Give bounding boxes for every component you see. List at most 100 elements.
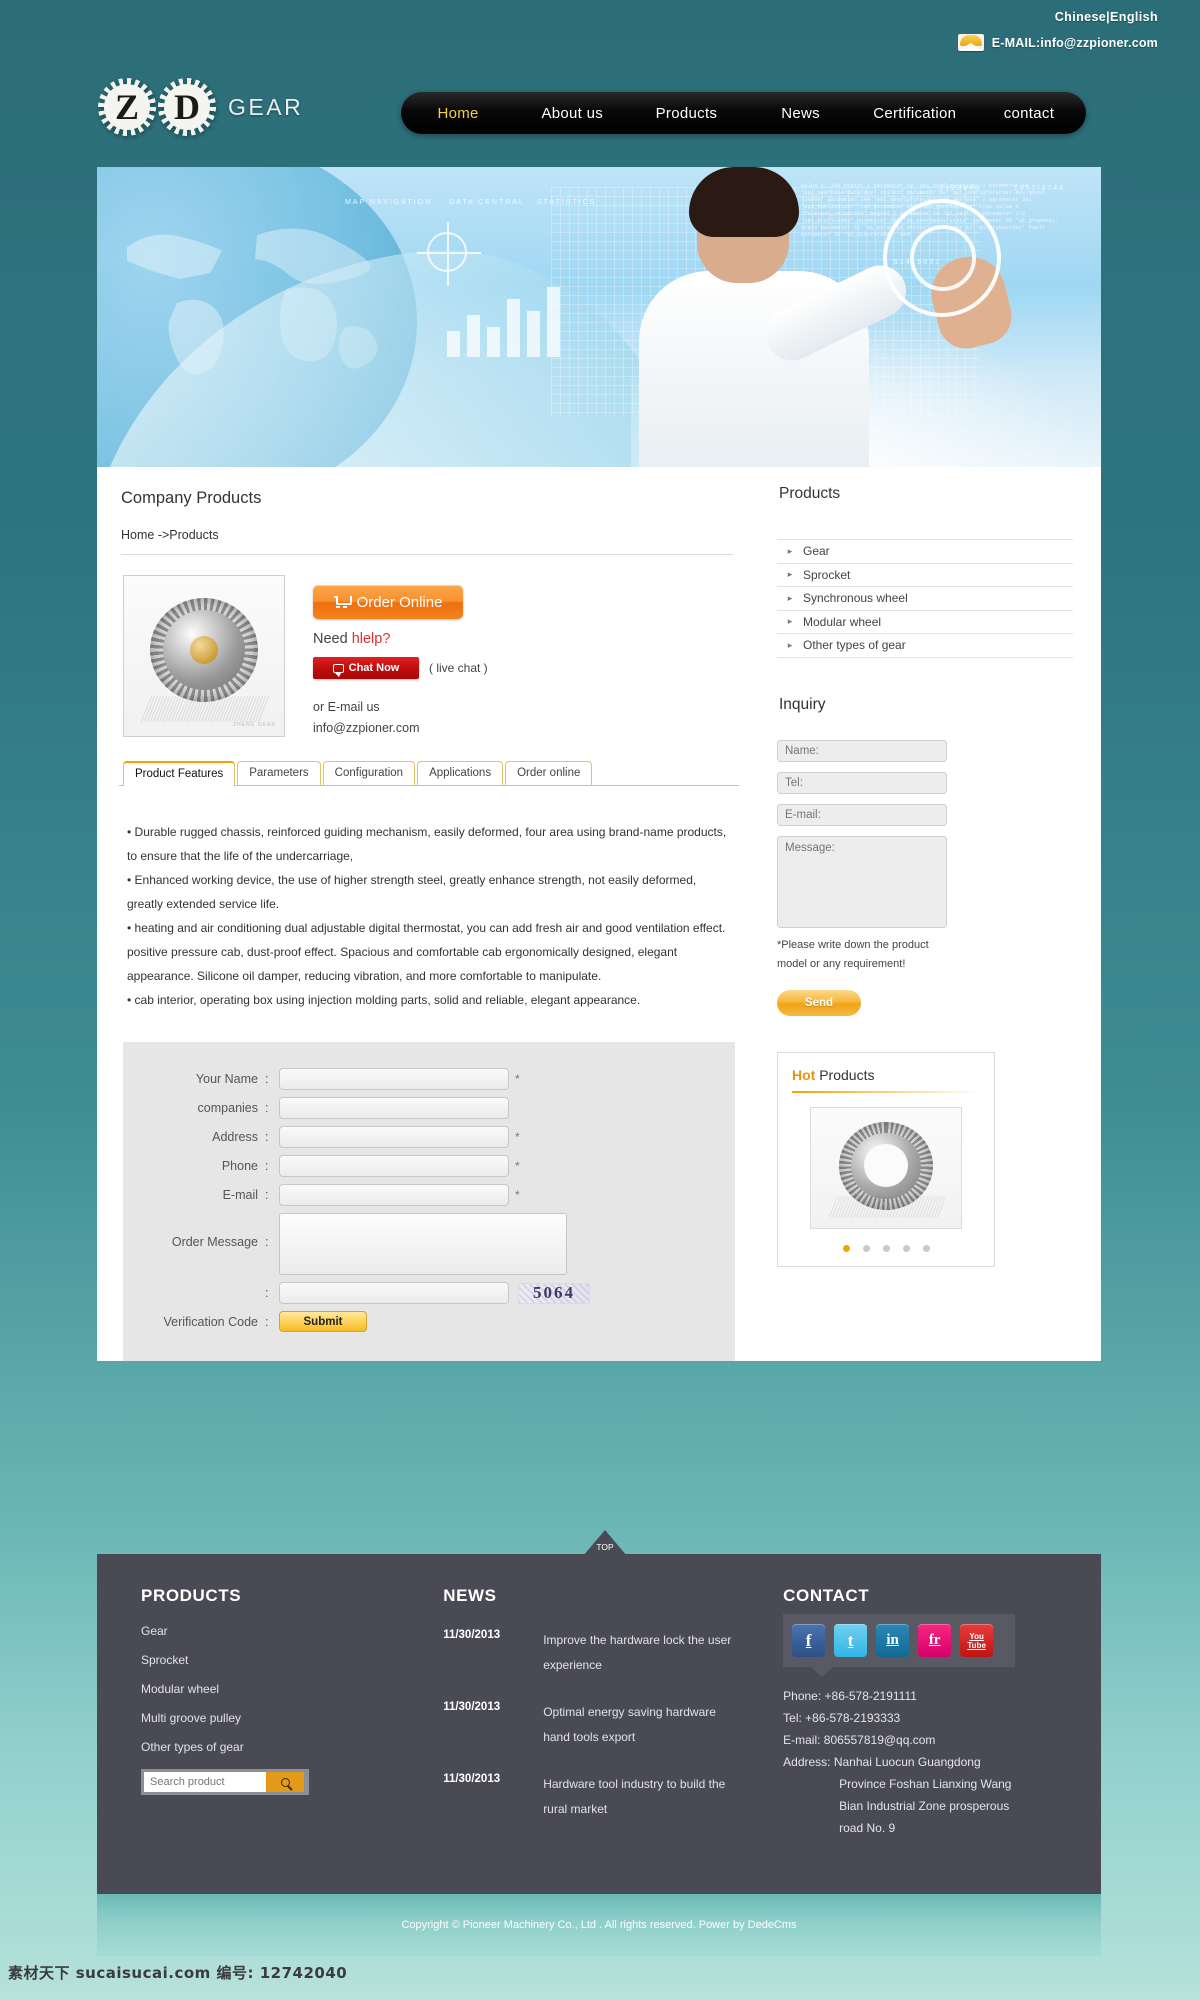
cart-icon bbox=[333, 596, 352, 608]
captcha-colon: : bbox=[265, 1286, 269, 1300]
chevron-right-icon: ▸ bbox=[787, 639, 793, 650]
email-contact[interactable]: E-MAIL:info@zzpioner.com bbox=[957, 34, 1158, 51]
nav-item-about-us[interactable]: About us bbox=[515, 105, 629, 122]
news-title[interactable]: Optimal energy saving hardware hand tool… bbox=[543, 1700, 733, 1750]
order-form-row: Your Name: * bbox=[123, 1068, 735, 1090]
news-title[interactable]: Improve the hardware lock the user exper… bbox=[543, 1628, 733, 1678]
sidebar-product-other-types-of-gear[interactable]: ▸ Other types of gear bbox=[777, 634, 1073, 658]
nav-item-certification[interactable]: Certification bbox=[858, 105, 972, 122]
hot-products-box: Hot Products bbox=[777, 1051, 995, 1267]
youtube-icon[interactable]: You Tube bbox=[960, 1624, 994, 1657]
order-field-colon: : bbox=[265, 1188, 269, 1202]
linkedin-icon[interactable]: in bbox=[876, 1624, 910, 1657]
captcha-input[interactable] bbox=[279, 1282, 509, 1304]
banner-label-1: DATA CENTRAL bbox=[449, 199, 525, 206]
tab-applications[interactable]: Applications bbox=[417, 761, 504, 785]
product-search bbox=[141, 1769, 309, 1795]
order-field-input[interactable] bbox=[279, 1068, 509, 1090]
order-message-colon: : bbox=[265, 1235, 269, 1249]
breadcrumb-divider bbox=[121, 554, 733, 555]
carousel-dot[interactable] bbox=[842, 1244, 850, 1252]
send-button[interactable]: Send bbox=[777, 989, 861, 1016]
footer-product-link[interactable]: Other types of gear bbox=[141, 1740, 443, 1754]
chat-now-button[interactable]: Chat Now bbox=[313, 657, 419, 679]
nav-item-contact[interactable]: contact bbox=[972, 105, 1086, 122]
chat-bubble-icon bbox=[332, 663, 344, 677]
required-marker: * bbox=[515, 1130, 520, 1144]
twitter-icon[interactable]: t bbox=[834, 1624, 868, 1657]
sidebar-product-synchronous-wheel[interactable]: ▸ Synchronous wheel bbox=[777, 587, 1073, 611]
tab-order-online[interactable]: Order online bbox=[505, 761, 593, 785]
sidebar-product-label: Synchronous wheel bbox=[803, 591, 908, 606]
verification-code-colon: : bbox=[265, 1314, 269, 1329]
contact-line: Address: Nanhai Luocun Guangdong bbox=[783, 1755, 981, 1769]
order-form-row: Address: * bbox=[123, 1126, 735, 1148]
footer-product-link[interactable]: Sprocket bbox=[141, 1653, 443, 1667]
live-chat-note: ( live chat ) bbox=[429, 661, 488, 675]
site-logo[interactable]: Z D GEAR bbox=[98, 78, 303, 136]
nav-item-news[interactable]: News bbox=[744, 105, 858, 122]
main-navigation: Home About us Products News Certification con… bbox=[401, 92, 1086, 134]
order-message-textarea[interactable] bbox=[279, 1213, 567, 1275]
email-us-value[interactable]: info@zzpioner.com bbox=[313, 718, 488, 739]
tab-parameters[interactable]: Parameters bbox=[237, 761, 321, 785]
product-actions: Order Online Need hlelp? Chat Now ( live… bbox=[313, 575, 488, 739]
order-field-colon: : bbox=[265, 1130, 269, 1144]
order-form: Your Name: * companies: Address: * Phone: * E-m… bbox=[123, 1042, 735, 1361]
footer-product-link[interactable]: Gear bbox=[141, 1624, 443, 1638]
chevron-right-icon: ▸ bbox=[787, 545, 793, 556]
scroll-to-top-button[interactable]: TOP bbox=[583, 1530, 627, 1556]
news-title[interactable]: Hardware tool industry to build the rura… bbox=[543, 1772, 733, 1822]
inquiry-tel-input[interactable] bbox=[777, 771, 947, 794]
inquiry-message-textarea[interactable] bbox=[777, 835, 947, 928]
order-field-input[interactable] bbox=[279, 1126, 509, 1148]
nav-item-home[interactable]: Home bbox=[401, 105, 515, 122]
product-image[interactable]: ZHENG GEAR bbox=[123, 575, 285, 737]
feature-item: • Enhanced working device, the use of hi… bbox=[127, 873, 697, 911]
order-field-input[interactable] bbox=[279, 1184, 509, 1206]
sidebar-product-modular-wheel[interactable]: ▸ Modular wheel bbox=[777, 611, 1073, 634]
inquiry-name-input[interactable] bbox=[777, 739, 947, 762]
language-switcher[interactable]: Chinese|English bbox=[1055, 10, 1158, 24]
page-title: Company Products bbox=[121, 489, 262, 507]
hot-label: Hot bbox=[792, 1066, 816, 1083]
sidebar-product-sprocket[interactable]: ▸ Sprocket bbox=[777, 564, 1073, 587]
footer-product-link[interactable]: Multi groove pulley bbox=[141, 1711, 443, 1725]
contact-line: Province Foshan Lianxing Wang bbox=[839, 1777, 1012, 1791]
submit-button[interactable]: Submit bbox=[279, 1311, 367, 1332]
search-button[interactable] bbox=[266, 1772, 304, 1792]
sidebar-product-gear[interactable]: ▸ Gear bbox=[777, 540, 1073, 564]
footer-contact-column: CONTACT f t in fr You Tube Phone: +86-578-219… bbox=[783, 1586, 1057, 1894]
carousel-dot[interactable] bbox=[922, 1244, 930, 1252]
footer-product-link[interactable]: Modular wheel bbox=[141, 1682, 443, 1696]
tab-configuration[interactable]: Configuration bbox=[322, 761, 416, 785]
carousel-dot[interactable] bbox=[902, 1244, 910, 1252]
feature-item: • heating and air conditioning dual adju… bbox=[127, 921, 726, 983]
inquiry-note: *Please write down the product model or … bbox=[777, 938, 929, 970]
contact-details: Phone: +86-578-2191111 Tel: +86-578-21933… bbox=[783, 1685, 1057, 1839]
help-link[interactable]: hlelp? bbox=[352, 631, 391, 647]
site-footer: PRODUCTS Gear Sprocket Modular wheel Multi … bbox=[97, 1554, 1101, 1894]
search-input[interactable] bbox=[144, 1772, 266, 1792]
content-shell: value 1: 100 begin{ } parameter 10 'api_… bbox=[97, 167, 1101, 1361]
facebook-icon[interactable]: f bbox=[792, 1624, 826, 1657]
news-item: 11/30/2013 Optimal energy saving hardware… bbox=[443, 1700, 783, 1750]
tab-product-features[interactable]: Product Features bbox=[123, 761, 236, 786]
carousel-dot[interactable] bbox=[862, 1244, 870, 1252]
hot-product-image[interactable] bbox=[810, 1106, 962, 1229]
order-field-colon: : bbox=[265, 1072, 269, 1086]
footer-contact-heading: CONTACT bbox=[783, 1586, 870, 1605]
breadcrumb[interactable]: Home ->Products bbox=[119, 528, 739, 542]
order-online-button[interactable]: Order Online bbox=[313, 585, 463, 619]
order-field-input[interactable] bbox=[279, 1097, 509, 1119]
chat-now-label: Chat Now bbox=[348, 662, 400, 674]
inquiry-email-input[interactable] bbox=[777, 803, 947, 826]
flickr-icon[interactable]: fr bbox=[918, 1624, 952, 1657]
product-hero: ZHENG GEAR Order Online Need hlelp? Chat… bbox=[119, 575, 739, 739]
news-date: 11/30/2013 bbox=[443, 1629, 501, 1641]
chevron-right-icon: ▸ bbox=[787, 592, 793, 603]
order-field-input[interactable] bbox=[279, 1155, 509, 1177]
captcha-image[interactable]: 5064 bbox=[518, 1282, 590, 1304]
carousel-dot[interactable] bbox=[882, 1244, 890, 1252]
nav-item-products[interactable]: Products bbox=[629, 105, 743, 122]
